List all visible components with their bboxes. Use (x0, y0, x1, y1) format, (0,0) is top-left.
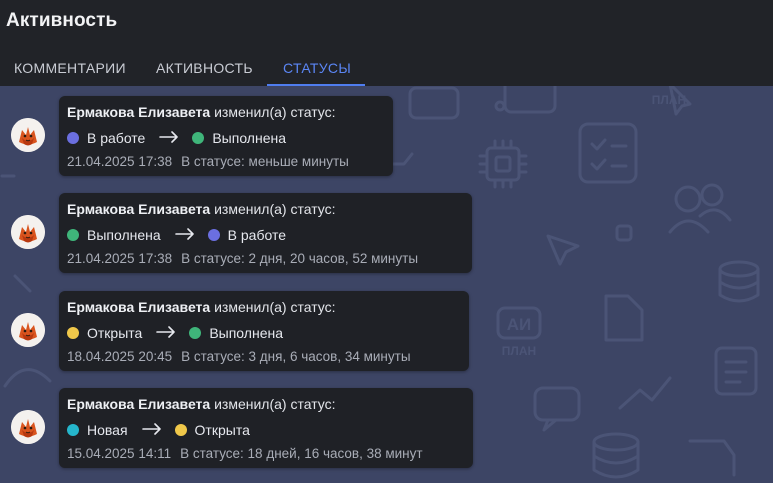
bg-square-icon (615, 224, 633, 242)
avatar[interactable] (11, 410, 45, 444)
to-status-label: Выполнена (209, 325, 283, 341)
from-status-dot (67, 132, 79, 144)
action-text: изменил(а) статус: (214, 396, 336, 412)
status-change-card: Ермакова Елизавета изменил(а) статус: Нов… (59, 388, 473, 468)
status-transition: Новая Открыта (67, 418, 465, 442)
from-status-dot (67, 229, 79, 241)
bg-folder-icon (604, 294, 644, 342)
from-status-dot (67, 327, 79, 339)
bg-logo-text-bottom: ПЛАН (652, 93, 686, 107)
arrow-right-icon (174, 227, 195, 243)
duration-in-status: В статусе: меньше минуты (181, 154, 349, 169)
duration-in-status: В статусе: 2 дня, 20 часов, 52 минуты (181, 251, 419, 266)
tab-statuses[interactable]: СТАТУСЫ (283, 52, 351, 86)
timestamp: 18.04.2025 20:45 (67, 349, 173, 364)
to-status-label: Выполнена (212, 130, 287, 146)
from-status-label: Открыта (87, 325, 143, 341)
arrow-right-icon (141, 422, 162, 438)
tab-comments[interactable]: КОММЕНТАРИИ (14, 52, 126, 86)
arrow-right-icon (156, 325, 176, 341)
status-change-card: Ермакова Елизавета изменил(а) статус: Отк… (59, 291, 469, 371)
author-name[interactable]: Ермакова Елизавета (67, 201, 210, 217)
to-status-dot (192, 132, 205, 144)
timestamp: 21.04.2025 17:38 (67, 251, 173, 266)
bg-checklist-icon (578, 122, 638, 184)
timestamp: 15.04.2025 14:11 (67, 446, 172, 461)
bg-database-icon (592, 432, 640, 479)
action-text: изменил(а) статус: (214, 299, 336, 315)
author-name[interactable]: Ермакова Елизавета (67, 299, 210, 315)
avatar[interactable] (11, 118, 45, 152)
bg-chip-icon (478, 139, 528, 189)
change-header: Ермакова Елизавета изменил(а) статус: (67, 201, 464, 221)
tab-bar: КОММЕНТАРИИ АКТИВНОСТЬ СТАТУСЫ (0, 52, 773, 86)
change-header: Ермакова Елизавета изменил(а) статус: (67, 299, 461, 319)
bg-chat-icon (533, 386, 581, 432)
bg-chart-icon (618, 376, 672, 410)
tab-activity[interactable]: АКТИВНОСТЬ (156, 52, 253, 86)
action-text: изменил(а) статус: (214, 201, 336, 217)
change-meta: 18.04.2025 20:45 В статусе: 3 дня, 6 часо… (67, 349, 461, 364)
from-status-label: Выполнена (87, 227, 161, 243)
change-meta: 21.04.2025 17:38 В статусе: меньше минуты (67, 154, 385, 169)
bg-logo-text-top: АИ (507, 315, 532, 334)
bg-logo-text-bottom: ПЛАН (502, 344, 536, 358)
status-transition: В работе Выполнена (67, 126, 385, 150)
bg-logo: АИ ПЛАН ПЛАН (496, 93, 686, 358)
change-header: Ермакова Елизавета изменил(а) статус: (67, 396, 465, 416)
change-meta: 21.04.2025 17:38 В статусе: 2 дня, 20 час… (67, 251, 464, 266)
author-name[interactable]: Ермакова Елизавета (67, 104, 210, 120)
to-status-dot (207, 229, 220, 241)
avatar[interactable] (11, 215, 45, 249)
timestamp: 21.04.2025 17:38 (67, 154, 173, 169)
bg-card-icon (408, 86, 460, 120)
bg-users-icon (668, 183, 732, 234)
bg-document-icon (714, 346, 758, 396)
to-status-dot (174, 424, 187, 436)
action-text: изменил(а) статус: (214, 104, 336, 120)
bg-card-icon (503, 86, 557, 114)
status-transition: Открыта Выполнена (67, 321, 461, 345)
to-status-label: В работе (227, 227, 287, 243)
page-title: Активность (6, 10, 118, 31)
change-meta: 15.04.2025 14:11 В статусе: 18 дней, 16 ч… (67, 446, 465, 461)
arrow-right-icon (159, 130, 179, 146)
header-bar: Активность КОММЕНТАРИИ АКТИВНОСТЬ СТАТУС… (0, 0, 773, 86)
to-status-label: Открыта (194, 422, 250, 438)
status-transition: Выполнена В работе (67, 223, 464, 247)
avatar[interactable] (11, 313, 45, 347)
bg-cursor-icon (546, 234, 580, 266)
status-change-card: Ермакова Елизавета изменил(а) статус: В р… (59, 96, 393, 176)
from-status-label: В работе (87, 130, 146, 146)
to-status-dot (189, 327, 202, 339)
bg-database-icon (718, 260, 760, 303)
status-change-card: Ермакова Елизавета изменил(а) статус: Вып… (59, 193, 472, 273)
bg-line-icon (13, 274, 32, 293)
author-name[interactable]: Ермакова Елизавета (67, 396, 210, 412)
bg-curve-icon (3, 368, 52, 388)
duration-in-status: В статусе: 3 дня, 6 часов, 34 минуты (181, 349, 411, 364)
bg-dot-icon (494, 100, 506, 112)
bg-line-icon (688, 439, 736, 477)
from-status-label: Новая (87, 422, 128, 438)
change-header: Ермакова Елизавета изменил(а) статус: (67, 104, 385, 124)
from-status-dot (67, 424, 79, 436)
duration-in-status: В статусе: 18 дней, 16 часов, 38 минут (180, 446, 423, 461)
